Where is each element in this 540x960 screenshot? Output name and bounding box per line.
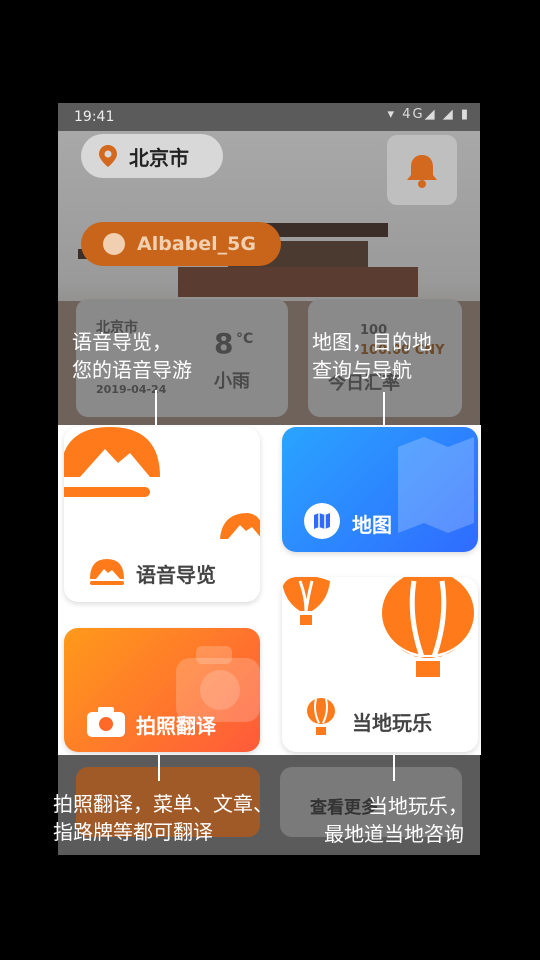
photo-translate-label: 拍照翻译 [136, 714, 216, 738]
feature-panel: 语音导览 地图 拍照翻译 当地玩乐 [58, 425, 481, 755]
map-icon [304, 503, 340, 539]
audio-guide-icon [90, 559, 124, 585]
balloon-small-illustration [282, 577, 330, 625]
weather-condition: 小雨 [214, 371, 250, 392]
wifi-icon [103, 233, 125, 255]
folded-map-illustration [398, 437, 474, 533]
signal-icons: ▾ 4G◢ ◢ ▮ [387, 107, 470, 122]
audio-guide-label: 语音导览 [136, 563, 216, 587]
callout-local-fun: 当地玩乐， 最地道当地咨询 [324, 794, 468, 846]
local-fun-label: 当地玩乐 [352, 711, 432, 735]
status-bar: 19:41 ▾ 4G◢ ◢ ▮ [58, 103, 480, 131]
wifi-status[interactable]: Albabel_5G [81, 222, 281, 266]
location-pin-icon [99, 145, 117, 167]
callout-line-bottom-right [393, 755, 395, 781]
location-city: 北京市 [129, 145, 189, 170]
balloon-icon [307, 698, 335, 735]
small-mountain-icon [220, 513, 260, 539]
callout-photo-translate: 拍照翻译，菜单、文章、 指路牌等都可翻译 [53, 792, 273, 844]
callout-line-top-right [383, 392, 385, 426]
wifi-name: Albabel_5G [137, 233, 256, 255]
audio-guide-card[interactable]: 语音导览 [64, 427, 260, 602]
mountain-illustration-icon [64, 427, 160, 497]
local-fun-card[interactable]: 当地玩乐 [282, 577, 478, 752]
weather-temp: 8 [214, 327, 234, 360]
callout-map: 地图，目的地 查询与导航 [312, 330, 432, 382]
status-time: 19:41 [74, 109, 115, 125]
location-selector[interactable]: 北京市 [81, 134, 223, 178]
balloon-large-illustration [382, 577, 474, 677]
map-label: 地图 [352, 513, 392, 537]
callout-line-bottom-left [158, 755, 160, 781]
photo-translate-card[interactable]: 拍照翻译 [64, 628, 260, 752]
weather-unit: °C [236, 331, 254, 347]
camera-icon [87, 707, 125, 737]
map-card[interactable]: 地图 [282, 427, 478, 552]
notification-button[interactable] [387, 135, 457, 205]
callout-line-top-left [155, 390, 157, 426]
callout-audio-guide: 语音导览， 您的语音导游 [72, 330, 192, 382]
bell-icon [407, 155, 437, 188]
